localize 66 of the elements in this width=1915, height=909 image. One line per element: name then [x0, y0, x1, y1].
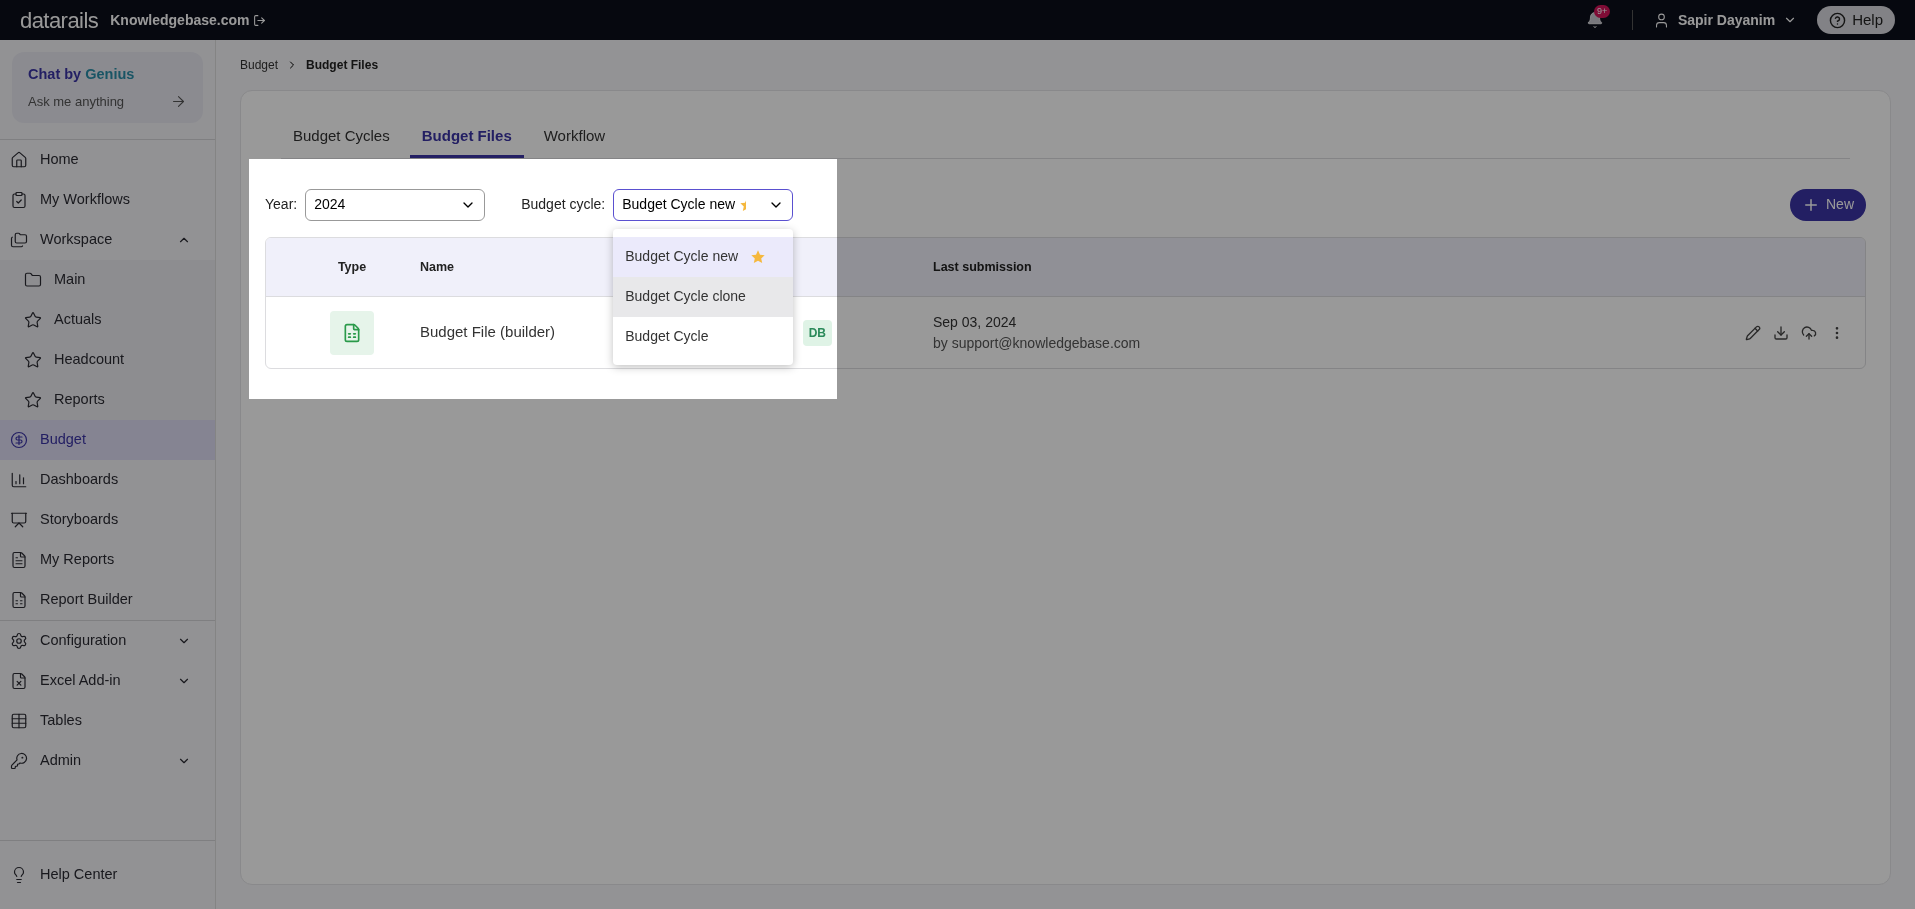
dropdown-option[interactable]: Budget Cycle [613, 316, 794, 357]
table-cell-text: by support@knowledgebase.com [933, 333, 1142, 353]
sidebar-item[interactable]: Dashboards [0, 460, 215, 501]
table-cell: Budget File (builder) [420, 323, 556, 341]
excel-file-icon [10, 672, 28, 691]
table-icon [10, 712, 28, 731]
sidebar-item[interactable]: Budget [0, 420, 215, 461]
chat-title: Chat by Genius [28, 65, 136, 84]
sidebar-item[interactable]: My Workflows [0, 180, 215, 221]
dropdown-option[interactable]: Budget Cycle new [613, 236, 794, 277]
sidebar-item[interactable]: Headcount [0, 340, 215, 381]
arrow-right-icon[interactable] [170, 93, 187, 110]
sidebar-item[interactable]: Admin [0, 741, 215, 782]
tab[interactable]: Budget Cycles [281, 124, 402, 158]
switch-icon[interactable] [253, 13, 267, 27]
help-icon [1829, 11, 1847, 29]
chat-card[interactable]: Chat by Genius Ask me anything [12, 52, 203, 124]
breadcrumb-item[interactable]: Budget [240, 56, 279, 74]
presentation-icon [10, 511, 28, 530]
sidebar-item[interactable]: My Reports [0, 540, 215, 581]
sidebar-item[interactable]: Actuals [0, 300, 215, 341]
settings-icon [10, 632, 28, 651]
tab[interactable]: Budget Files [409, 124, 524, 158]
sidebar-item[interactable]: Configuration [0, 621, 215, 662]
user-menu[interactable]: Sapir Dayanim [1677, 9, 1776, 31]
folder-icon [24, 271, 42, 290]
sidebar-item[interactable]: Excel Add-in [0, 661, 215, 702]
chat-prompt: Ask me anything [28, 92, 126, 111]
upload-icon[interactable] [1801, 324, 1817, 341]
sidebar-item[interactable]: Storyboards [0, 500, 215, 541]
document-icon [10, 551, 28, 570]
help-button[interactable]: Help [1817, 6, 1895, 34]
sidebar-item[interactable]: Main [0, 260, 215, 301]
sidebar-item[interactable]: Help Center [0, 857, 215, 893]
sidebar-item[interactable]: Home [0, 140, 215, 181]
sidebar-item[interactable]: Report Builder [0, 580, 215, 621]
key-icon [10, 752, 28, 771]
download-icon[interactable] [1773, 324, 1789, 341]
logo[interactable]: datarails [20, 3, 99, 37]
dropdown-option[interactable]: Budget Cycle clone [613, 276, 794, 317]
year-select[interactable]: 2024 [305, 188, 486, 221]
dollar-cycle-icon [10, 431, 28, 450]
star-icon [750, 248, 767, 265]
table-cell-text: Sep 03, 2024 [933, 312, 1018, 332]
bar-chart-icon [10, 471, 28, 490]
spreadsheet-icon [10, 591, 28, 610]
star-icon [24, 391, 42, 410]
new-button[interactable]: New [1790, 188, 1866, 221]
column-header: Last submission [933, 258, 1032, 276]
tab[interactable]: Workflow [531, 124, 618, 158]
sidebar-item[interactable]: Tables [0, 701, 215, 742]
column-header: Type [336, 258, 368, 276]
home-icon [10, 151, 28, 170]
notification-badge: 9+ [1593, 5, 1611, 18]
star-icon [24, 351, 42, 370]
spreadsheet-icon [342, 322, 362, 343]
clipboard-icon [10, 191, 28, 210]
status-tag: DB [802, 319, 832, 346]
breadcrumb-item: Budget Files [306, 57, 379, 74]
folders-icon [10, 231, 28, 250]
year-label: Year: [265, 195, 298, 214]
cycle-select[interactable]: Budget Cycle new [613, 188, 794, 221]
workspace-name[interactable]: Knowledgebase.com [110, 9, 250, 31]
cycle-label: Budget cycle: [521, 195, 606, 214]
edit-icon[interactable] [1745, 324, 1761, 341]
star-icon [24, 311, 42, 330]
